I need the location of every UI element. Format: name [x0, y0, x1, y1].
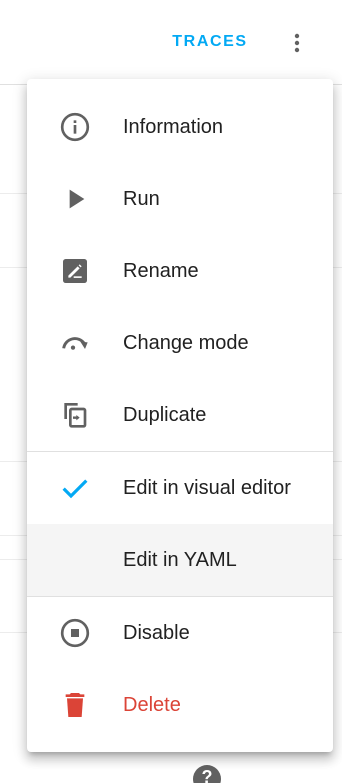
information-outline-icon [59, 111, 91, 143]
menu-item-rename[interactable]: Rename [27, 235, 333, 307]
menu-item-label: Delete [123, 693, 181, 716]
help-icon: ? [201, 767, 213, 783]
dots-vertical-icon [294, 33, 300, 53]
menu-item-label: Edit in visual editor [123, 476, 291, 499]
top-app-bar: TRACES [0, 0, 342, 85]
menu-item-label: Change mode [123, 331, 249, 354]
play-icon [59, 183, 91, 215]
menu-item-edit-yaml[interactable]: Edit in YAML [27, 524, 333, 596]
check-icon [59, 472, 91, 504]
content-duplicate-icon [59, 399, 91, 431]
redo-arc-icon [59, 327, 91, 359]
menu-item-delete[interactable]: Delete [27, 669, 333, 741]
menu-item-information[interactable]: Information [27, 91, 333, 163]
menu-item-label: Disable [123, 621, 190, 644]
menu-item-disable[interactable]: Disable [27, 597, 333, 669]
menu-item-duplicate[interactable]: Duplicate [27, 379, 333, 451]
menu-item-change-mode[interactable]: Change mode [27, 307, 333, 379]
traces-button[interactable]: TRACES [163, 24, 257, 60]
overflow-menu: Information Run Rename Change mode Dupli… [27, 79, 333, 752]
page: TRACES ? Information Run Rename Change m… [0, 0, 342, 783]
menu-item-label: Rename [123, 259, 199, 282]
stop-circle-outline-icon [59, 617, 91, 649]
menu-item-run[interactable]: Run [27, 163, 333, 235]
menu-item-label: Duplicate [123, 403, 207, 426]
rename-box-icon [59, 255, 91, 287]
delete-icon [59, 689, 91, 721]
help-button[interactable]: ? [193, 765, 221, 783]
menu-item-label: Information [123, 115, 224, 138]
menu-item-label: Run [123, 187, 160, 210]
menu-item-label: Edit in YAML [123, 548, 237, 571]
more-options-button[interactable] [280, 26, 314, 60]
menu-item-edit-visual[interactable]: Edit in visual editor [27, 452, 333, 524]
